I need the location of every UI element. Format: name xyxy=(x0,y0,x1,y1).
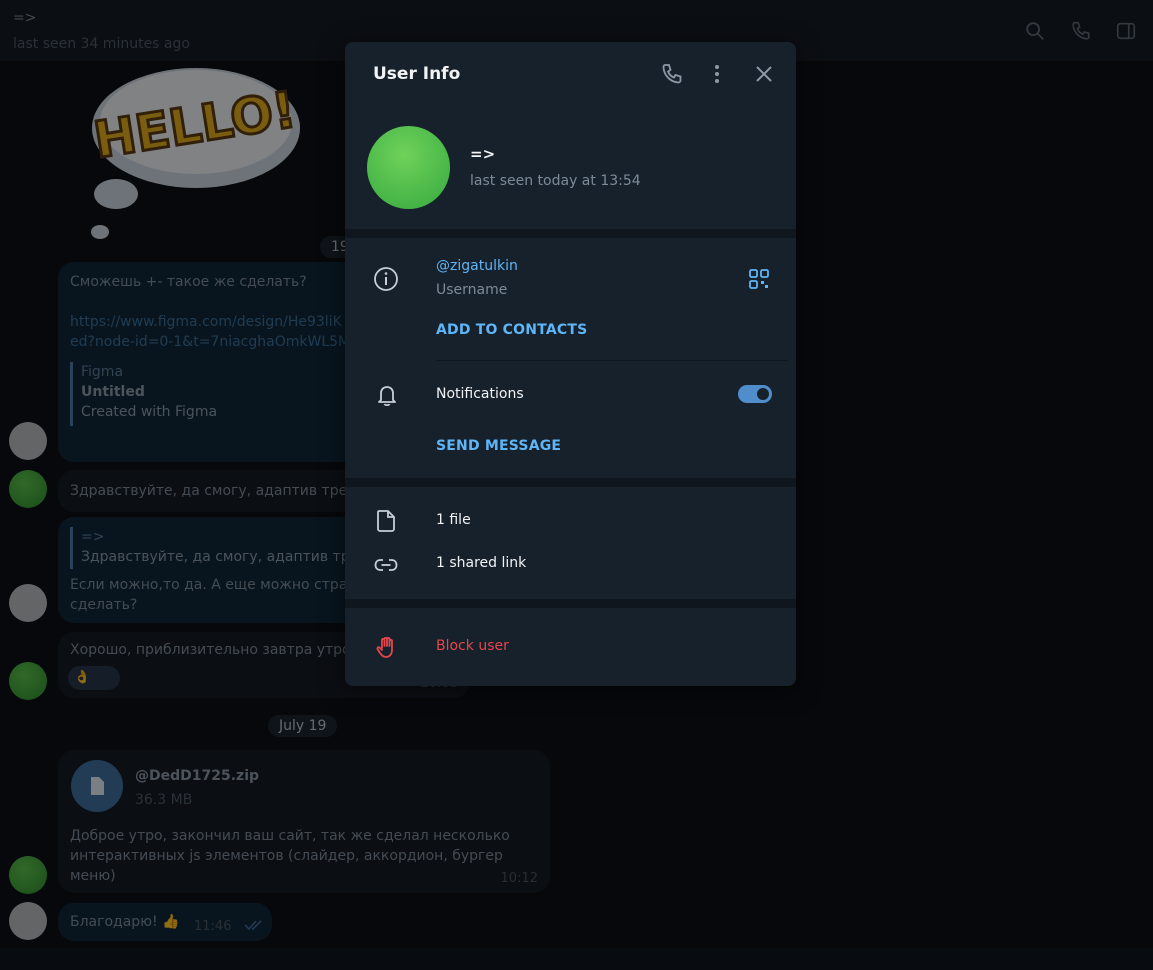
info-icon xyxy=(374,267,398,291)
qr-code-icon[interactable] xyxy=(748,268,770,290)
notifications-label: Notifications xyxy=(436,386,524,402)
profile-avatar[interactable] xyxy=(367,126,450,209)
section-divider xyxy=(345,599,796,608)
section-divider xyxy=(345,229,796,238)
username-value[interactable]: @zigatulkin xyxy=(436,258,518,274)
notifications-toggle[interactable] xyxy=(738,385,772,403)
more-vertical-icon[interactable] xyxy=(705,62,729,86)
profile-name: => xyxy=(470,145,496,163)
dialog-title: User Info xyxy=(373,64,461,84)
add-to-contacts-button[interactable]: ADD TO CONTACTS xyxy=(436,322,587,338)
block-user-button[interactable]: Block user xyxy=(436,638,509,654)
telegram-window: => last seen 34 minutes ago HELLO! 19 См… xyxy=(0,0,1153,970)
profile-last-seen: last seen today at 13:54 xyxy=(470,173,641,189)
toggle-knob xyxy=(755,386,771,402)
user-info-dialog: User Info => last seen today at 13:54 @z… xyxy=(345,42,796,686)
section-divider xyxy=(345,478,796,487)
username-label: Username xyxy=(436,282,508,298)
file-icon xyxy=(377,510,395,532)
close-icon[interactable] xyxy=(752,62,776,86)
bell-icon xyxy=(378,386,396,407)
phone-icon[interactable] xyxy=(660,62,684,86)
row-divider xyxy=(436,360,788,361)
shared-files-item[interactable]: 1 file xyxy=(436,512,471,528)
link-icon xyxy=(374,559,398,571)
hand-stop-icon xyxy=(376,636,393,658)
send-message-button[interactable]: SEND MESSAGE xyxy=(436,438,561,454)
shared-links-item[interactable]: 1 shared link xyxy=(436,555,526,571)
